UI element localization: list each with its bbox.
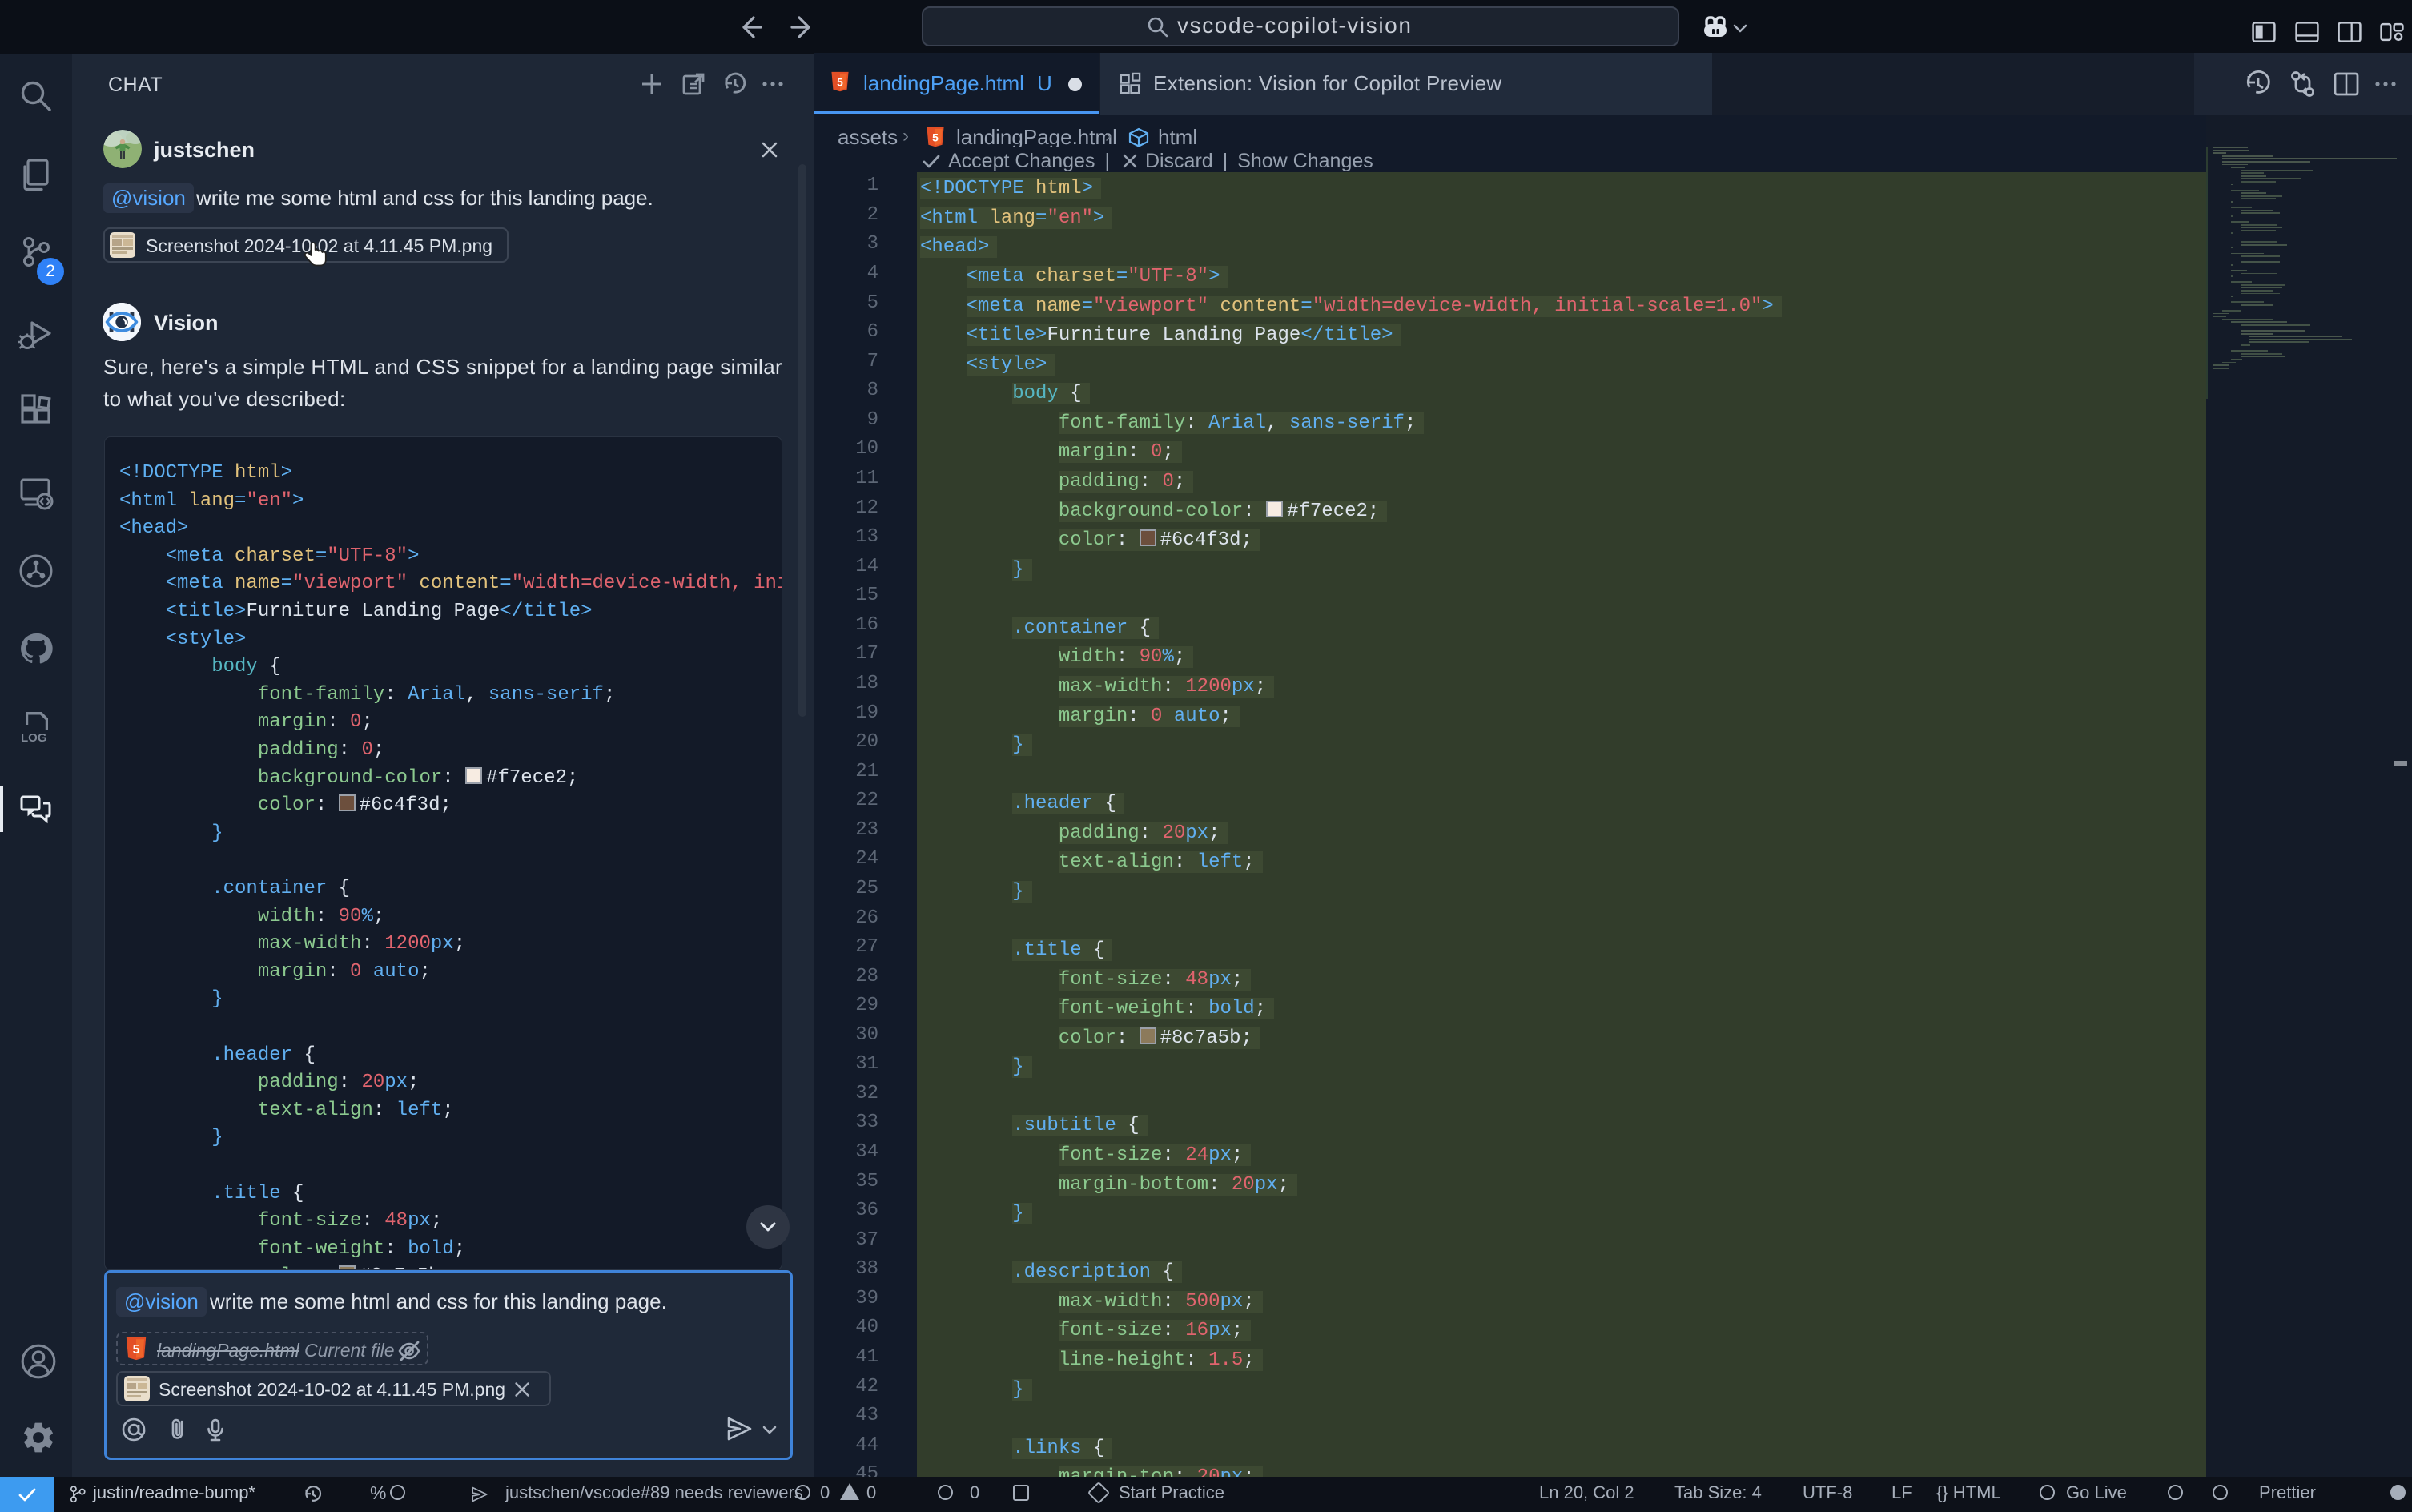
svg-text:5: 5 [133,1343,140,1357]
svg-text:LOG: LOG [21,731,47,745]
svg-text:5: 5 [932,131,939,143]
svg-text:5: 5 [837,75,843,88]
